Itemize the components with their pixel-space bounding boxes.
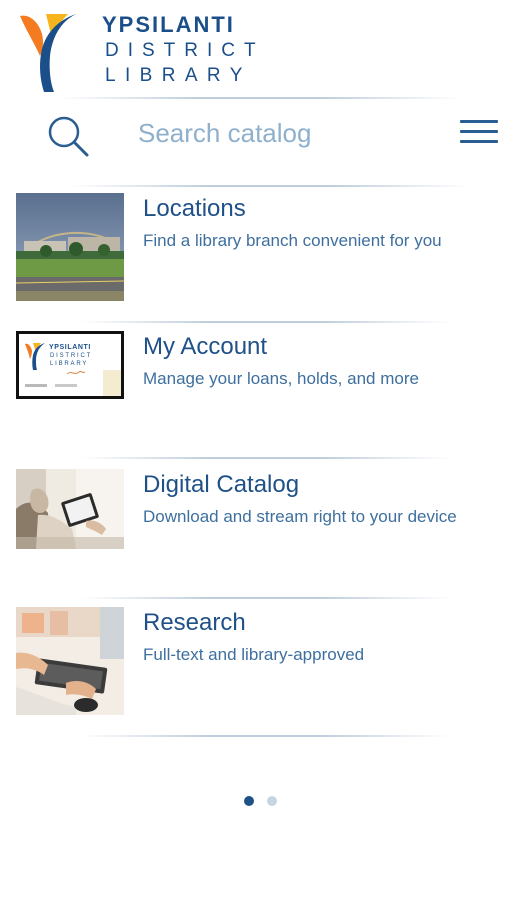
app-header: YPSILANTI DISTRICT LIBRARY [0,0,520,98]
divider [80,735,450,737]
page-dot-2[interactable] [267,796,277,806]
logo-line-library: LIBRARY [105,65,252,86]
library-name-wordmark: YPSILANTI DISTRICT LIBRARY [102,12,272,86]
divider [60,97,460,99]
page-dot-1[interactable] [244,796,254,806]
item-subtitle: Find a library branch convenient for you [143,231,442,250]
locations-thumbnail [16,193,124,301]
svg-text:YPSILANTI: YPSILANTI [49,344,91,351]
item-subtitle: Manage your loans, holds, and more [143,369,419,388]
digital-catalog-thumbnail [16,469,124,549]
library-card-thumbnail: YPSILANTI DISTRICT LIBRARY [16,331,124,399]
item-subtitle: Full-text and library-approved [143,645,365,664]
item-title: My Account [143,333,268,360]
divider [80,457,450,459]
hamburger-menu-icon[interactable] [460,118,500,146]
divider [70,185,470,187]
item-title: Digital Catalog [143,471,300,498]
search-bar [0,100,520,184]
search-icon[interactable] [44,112,94,162]
svg-text:LIBRARY: LIBRARY [50,361,88,367]
logo-line-ypsilanti: YPSILANTI [102,12,235,37]
svg-text:DISTRICT: DISTRICT [50,353,92,359]
divider [80,321,450,323]
list-item-my-account[interactable]: YPSILANTI DISTRICT LIBRARY My Account Ma… [0,331,520,461]
page-indicator [0,796,520,808]
search-input[interactable] [138,112,428,154]
item-title: Locations [143,195,246,222]
research-thumbnail [16,607,124,715]
list-item-locations[interactable]: Locations Find a library branch convenie… [0,193,520,323]
ydl-logo-icon [16,10,82,94]
list-item-digital-catalog[interactable]: Digital Catalog Download and stream righ… [0,469,520,599]
item-subtitle: Download and stream right to your device [143,507,457,526]
logo-line-district: DISTRICT [105,40,265,61]
item-title: Research [143,609,246,636]
divider [80,597,450,599]
list-item-research[interactable]: Research Full-text and library-approved [0,607,520,737]
